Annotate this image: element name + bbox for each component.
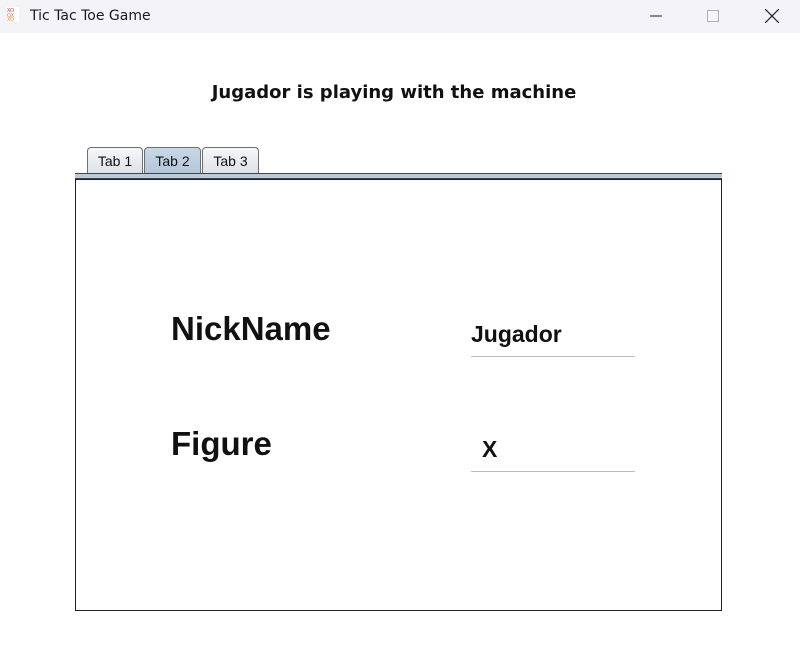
tab-2[interactable]: Tab 2 [144, 147, 201, 173]
close-icon [765, 9, 779, 23]
figure-input[interactable] [471, 428, 635, 472]
tab-3[interactable]: Tab 3 [202, 147, 259, 173]
title-bar: XO OX XO Tic Tac Toe Game [0, 0, 800, 33]
game-status-title: Jugador is playing with the machine [211, 82, 577, 103]
close-button[interactable] [749, 0, 795, 32]
app-window: XO OX XO Tic Tac Toe Game Jugador is pla… [0, 0, 800, 652]
tab-1[interactable]: Tab 1 [87, 147, 143, 173]
maximize-icon [707, 10, 719, 22]
figure-label: Figure [171, 425, 272, 462]
maximize-button[interactable] [690, 0, 736, 32]
nickname-label: NickName [171, 310, 331, 347]
tab-content-panel: NickName Figure [75, 179, 722, 611]
minimize-icon [650, 15, 662, 17]
svg-text:XO: XO [7, 17, 14, 21]
app-icon: XO OX XO [7, 7, 19, 21]
window-title: Tic Tac Toe Game [30, 8, 151, 24]
minimize-button[interactable] [633, 0, 679, 32]
nickname-input[interactable] [471, 313, 635, 357]
